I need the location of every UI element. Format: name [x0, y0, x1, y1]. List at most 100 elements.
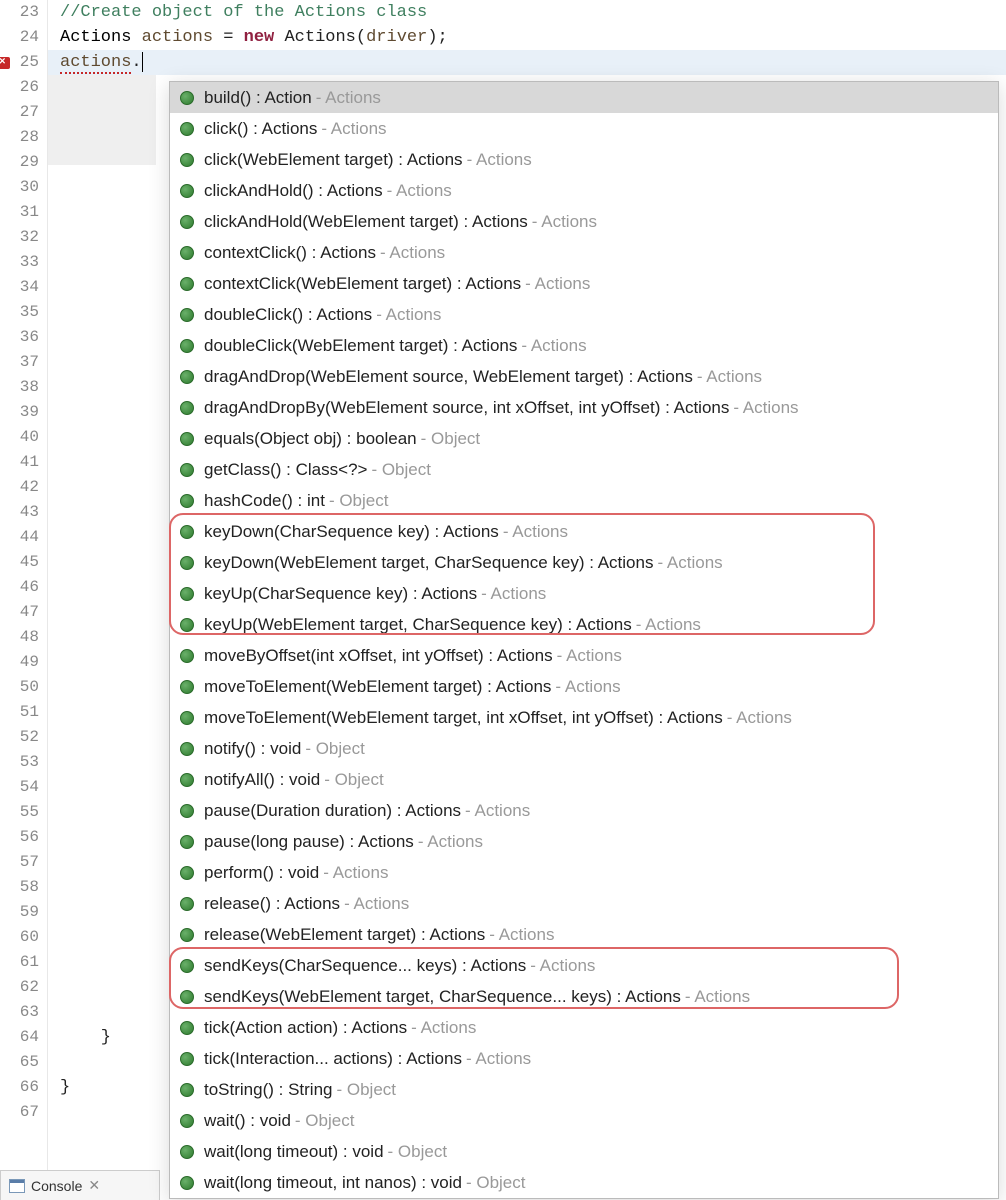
method-icon: [180, 835, 194, 849]
autocomplete-item[interactable]: keyUp(WebElement target, CharSequence ke…: [170, 609, 998, 640]
autocomplete-origin: - Actions: [467, 150, 532, 170]
line-number: 67: [0, 1100, 39, 1125]
method-icon: [180, 308, 194, 322]
line-number: 44: [0, 525, 39, 550]
autocomplete-origin: - Actions: [697, 367, 762, 387]
autocomplete-item[interactable]: tick(Action action) : Actions - Actions: [170, 1012, 998, 1043]
autocomplete-item[interactable]: click(WebElement target) : Actions - Act…: [170, 144, 998, 175]
line-number: 39: [0, 400, 39, 425]
close-icon[interactable]: ✕: [88, 1177, 100, 1194]
method-icon: [180, 711, 194, 725]
autocomplete-item[interactable]: keyUp(CharSequence key) : Actions - Acti…: [170, 578, 998, 609]
line-number: 52: [0, 725, 39, 750]
method-icon: [180, 494, 194, 508]
autocomplete-origin: - Actions: [316, 88, 381, 108]
autocomplete-item[interactable]: perform() : void - Actions: [170, 857, 998, 888]
autocomplete-item[interactable]: pause(Duration duration) : Actions - Act…: [170, 795, 998, 826]
autocomplete-origin: - Actions: [411, 1018, 476, 1038]
code-line[interactable]: actions.: [48, 50, 1006, 75]
line-number: 65: [0, 1050, 39, 1075]
autocomplete-signature: contextClick() : Actions: [204, 243, 376, 263]
autocomplete-signature: notifyAll() : void: [204, 770, 320, 790]
line-number: 50: [0, 675, 39, 700]
autocomplete-origin: - Actions: [557, 646, 622, 666]
autocomplete-signature: clickAndHold() : Actions: [204, 181, 383, 201]
autocomplete-item[interactable]: release(WebElement target) : Actions - A…: [170, 919, 998, 950]
method-icon: [180, 1021, 194, 1035]
autocomplete-item[interactable]: notify() : void - Object: [170, 733, 998, 764]
method-icon: [180, 339, 194, 353]
autocomplete-item[interactable]: contextClick(WebElement target) : Action…: [170, 268, 998, 299]
autocomplete-item[interactable]: doubleClick(WebElement target) : Actions…: [170, 330, 998, 361]
line-number: 58: [0, 875, 39, 900]
method-icon: [180, 804, 194, 818]
method-icon: [180, 587, 194, 601]
autocomplete-signature: sendKeys(CharSequence... keys) : Actions: [204, 956, 526, 976]
autocomplete-item[interactable]: tick(Interaction... actions) : Actions -…: [170, 1043, 998, 1074]
autocomplete-item[interactable]: dragAndDrop(WebElement source, WebElemen…: [170, 361, 998, 392]
autocomplete-origin: - Actions: [376, 305, 441, 325]
autocomplete-item[interactable]: moveToElement(WebElement target, int xOf…: [170, 702, 998, 733]
autocomplete-item[interactable]: equals(Object obj) : boolean - Object: [170, 423, 998, 454]
autocomplete-item[interactable]: keyDown(CharSequence key) : Actions - Ac…: [170, 516, 998, 547]
autocomplete-item[interactable]: getClass() : Class<?> - Object: [170, 454, 998, 485]
autocomplete-item[interactable]: toString() : String - Object: [170, 1074, 998, 1105]
autocomplete-item[interactable]: build() : Action - Actions: [170, 82, 998, 113]
line-number: 30: [0, 175, 39, 200]
line-number: 63: [0, 1000, 39, 1025]
code-line[interactable]: Actions actions = new Actions(driver);: [60, 25, 1006, 50]
method-icon: [180, 432, 194, 446]
autocomplete-item[interactable]: sendKeys(CharSequence... keys) : Actions…: [170, 950, 998, 981]
line-number: 64: [0, 1025, 39, 1050]
autocomplete-item[interactable]: contextClick() : Actions - Actions: [170, 237, 998, 268]
autocomplete-item[interactable]: moveByOffset(int xOffset, int yOffset) :…: [170, 640, 998, 671]
autocomplete-item[interactable]: sendKeys(WebElement target, CharSequence…: [170, 981, 998, 1012]
autocomplete-item[interactable]: click() : Actions - Actions: [170, 113, 998, 144]
line-number: 53: [0, 750, 39, 775]
autocomplete-origin: - Actions: [532, 212, 597, 232]
line-number: 29: [0, 150, 39, 175]
autocomplete-item[interactable]: wait(long timeout) : void - Object: [170, 1136, 998, 1167]
method-icon: [180, 618, 194, 632]
autocomplete-item[interactable]: clickAndHold(WebElement target) : Action…: [170, 206, 998, 237]
autocomplete-popup[interactable]: build() : Action - Actionsclick() : Acti…: [169, 81, 999, 1199]
autocomplete-item[interactable]: keyDown(WebElement target, CharSequence …: [170, 547, 998, 578]
autocomplete-signature: toString() : String: [204, 1080, 333, 1100]
line-number: 56: [0, 825, 39, 850]
autocomplete-item[interactable]: dragAndDropBy(WebElement source, int xOf…: [170, 392, 998, 423]
autocomplete-signature: keyUp(CharSequence key) : Actions: [204, 584, 477, 604]
line-number: 25: [0, 50, 39, 75]
autocomplete-origin: - Object: [337, 1080, 397, 1100]
autocomplete-item[interactable]: doubleClick() : Actions - Actions: [170, 299, 998, 330]
autocomplete-item[interactable]: moveToElement(WebElement target) : Actio…: [170, 671, 998, 702]
autocomplete-signature: pause(Duration duration) : Actions: [204, 801, 461, 821]
autocomplete-signature: moveToElement(WebElement target) : Actio…: [204, 677, 551, 697]
console-tab[interactable]: Console ✕: [0, 1170, 160, 1200]
console-icon: [9, 1179, 25, 1193]
line-number: 28: [0, 125, 39, 150]
method-icon: [180, 866, 194, 880]
method-icon: [180, 897, 194, 911]
autocomplete-item[interactable]: hashCode() : int - Object: [170, 485, 998, 516]
method-icon: [180, 370, 194, 384]
autocomplete-origin: - Object: [329, 491, 389, 511]
autocomplete-origin: - Actions: [321, 119, 386, 139]
autocomplete-origin: - Actions: [636, 615, 701, 635]
code-line[interactable]: //Create object of the Actions class: [60, 0, 1006, 25]
line-number: 43: [0, 500, 39, 525]
autocomplete-signature: wait() : void: [204, 1111, 291, 1131]
autocomplete-origin: - Object: [466, 1173, 526, 1193]
autocomplete-item[interactable]: release() : Actions - Actions: [170, 888, 998, 919]
method-icon: [180, 959, 194, 973]
autocomplete-item[interactable]: clickAndHold() : Actions - Actions: [170, 175, 998, 206]
autocomplete-item[interactable]: notifyAll() : void - Object: [170, 764, 998, 795]
method-icon: [180, 680, 194, 694]
autocomplete-item[interactable]: pause(long pause) : Actions - Actions: [170, 826, 998, 857]
autocomplete-item[interactable]: wait(long timeout, int nanos) : void - O…: [170, 1167, 998, 1198]
autocomplete-signature: dragAndDropBy(WebElement source, int xOf…: [204, 398, 729, 418]
method-icon: [180, 91, 194, 105]
autocomplete-item[interactable]: wait() : void - Object: [170, 1105, 998, 1136]
line-number: 46: [0, 575, 39, 600]
method-icon: [180, 184, 194, 198]
method-icon: [180, 742, 194, 756]
